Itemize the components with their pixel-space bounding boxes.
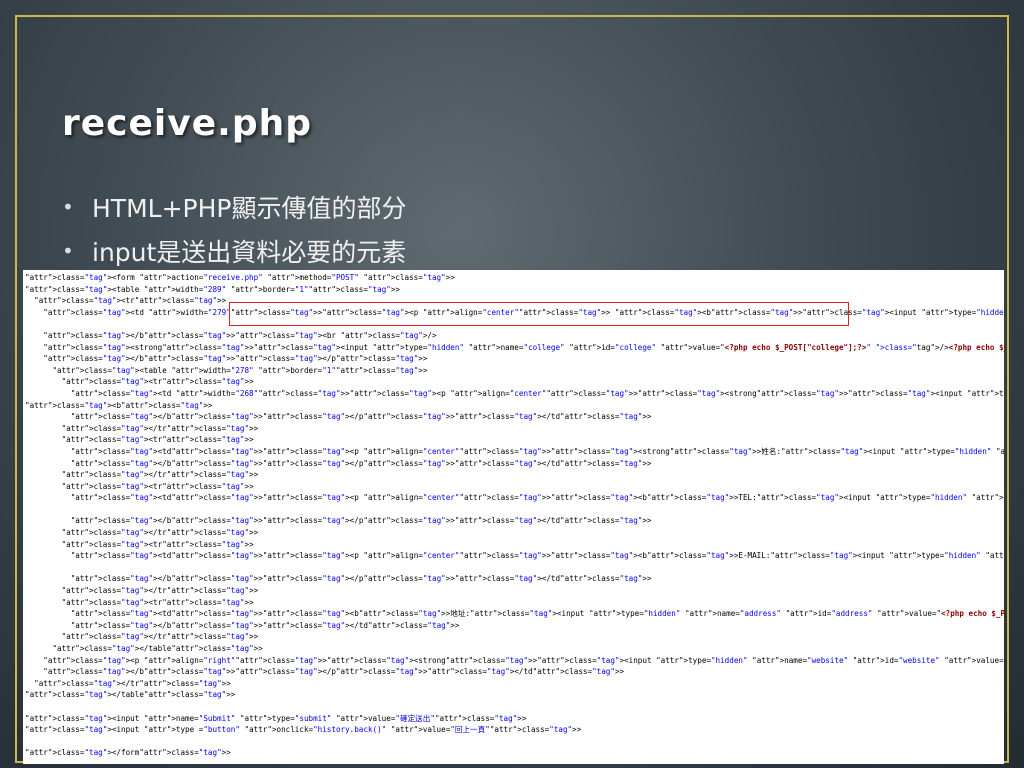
code-line: "attr">class="tag"><td"attr">class="tag"… — [70, 446, 1004, 456]
code-line: "attr">class="tag"><tr"attr">class="tag"… — [61, 377, 254, 387]
bullet-text: input是送出資料必要的元素 — [92, 238, 407, 267]
bullet-dot-icon: • — [62, 239, 74, 263]
code-block: "attr">class="tag"><form "attr">action="… — [23, 270, 1004, 759]
code-line: "attr">class="tag"></b"attr">class="tag"… — [43, 330, 437, 340]
code-line: "attr">class="tag"><td "attr">width="268… — [70, 388, 1004, 398]
code-line: "attr">class="tag"></table"attr">class="… — [52, 644, 263, 653]
highlight-box — [229, 302, 849, 326]
bullet-item: • HTML+PHP顯示傳值的部分 — [62, 185, 406, 229]
code-line: "attr">class="tag"></tr"attr">class="tag… — [61, 528, 259, 538]
code-line: "attr">class="tag"><table "attr">width="… — [52, 365, 428, 375]
slide-title: receive.php — [62, 103, 312, 144]
code-screenshot-panel: "attr">class="tag"><form "attr">action="… — [23, 270, 1004, 764]
code-line: "attr">class="tag"></b"attr">class="tag"… — [70, 412, 652, 422]
code-line: "attr">class="tag"></tr"attr">class="tag… — [61, 632, 259, 642]
bullet-dot-icon: • — [62, 195, 74, 219]
code-line: "attr">class="tag"><td"attr">class="tag"… — [70, 609, 1004, 619]
code-line: "attr">class="tag"></b"attr">class="tag"… — [70, 574, 652, 584]
code-line: "attr">class="tag"><tr"attr">class="tag"… — [61, 435, 254, 445]
code-line: "attr">class="tag"></tr"attr">class="tag… — [61, 423, 259, 433]
code-line: "attr">class="tag"><table "attr">width="… — [25, 284, 400, 294]
code-line: "attr">class="tag"></tr"attr">class="tag… — [34, 678, 231, 688]
code-line: "attr">class="tag"><td"attr">class="tag"… — [70, 551, 1004, 561]
code-line: "attr">class="tag"></form"attr">class="t… — [25, 748, 231, 758]
code-line: "attr">class="tag"></b"attr">class="tag"… — [43, 354, 428, 364]
code-line: "attr">class="tag"></tr"attr">class="tag… — [61, 470, 259, 480]
code-line: "attr">class="tag"><input "attr">name="S… — [25, 713, 527, 723]
code-line: "attr">class="tag"><tr"attr">class="tag"… — [61, 597, 254, 607]
code-line: "attr">class="tag"></b"attr">class="tag"… — [43, 667, 625, 677]
code-line: "attr">class="tag"><b"attr">class="tag">… — [25, 400, 213, 410]
bullet-list: • HTML+PHP顯示傳值的部分 • input是送出資料必要的元素 — [62, 185, 406, 273]
code-line: "attr">class="tag"><form "attr">action="… — [25, 273, 455, 282]
code-line: "attr">class="tag"><tr"attr">class="tag"… — [61, 481, 254, 491]
code-line: "attr">class="tag"><strong"attr">class="… — [43, 342, 1004, 352]
bullet-item: • input是送出資料必要的元素 — [62, 229, 406, 273]
code-line: "attr">class="tag"><td"attr">class="tag"… — [70, 493, 1004, 503]
bullet-text: HTML+PHP顯示傳值的部分 — [92, 194, 407, 223]
code-line: "attr">class="tag"></b"attr">class="tag"… — [70, 620, 460, 630]
code-line: "attr">class="tag"></b"attr">class="tag"… — [70, 458, 652, 468]
code-line: "attr">class="tag"></table"attr">class="… — [25, 690, 236, 700]
code-line: "attr">class="tag"></b"attr">class="tag"… — [70, 516, 652, 526]
code-line: "attr">class="tag"></tr"attr">class="tag… — [61, 586, 259, 596]
code-line: "attr">class="tag"><p "attr">align="righ… — [43, 655, 1004, 665]
code-line: "attr">class="tag"><tr"attr">class="tag"… — [61, 539, 254, 549]
code-line: "attr">class="tag"><input "attr">type ="… — [25, 725, 582, 735]
